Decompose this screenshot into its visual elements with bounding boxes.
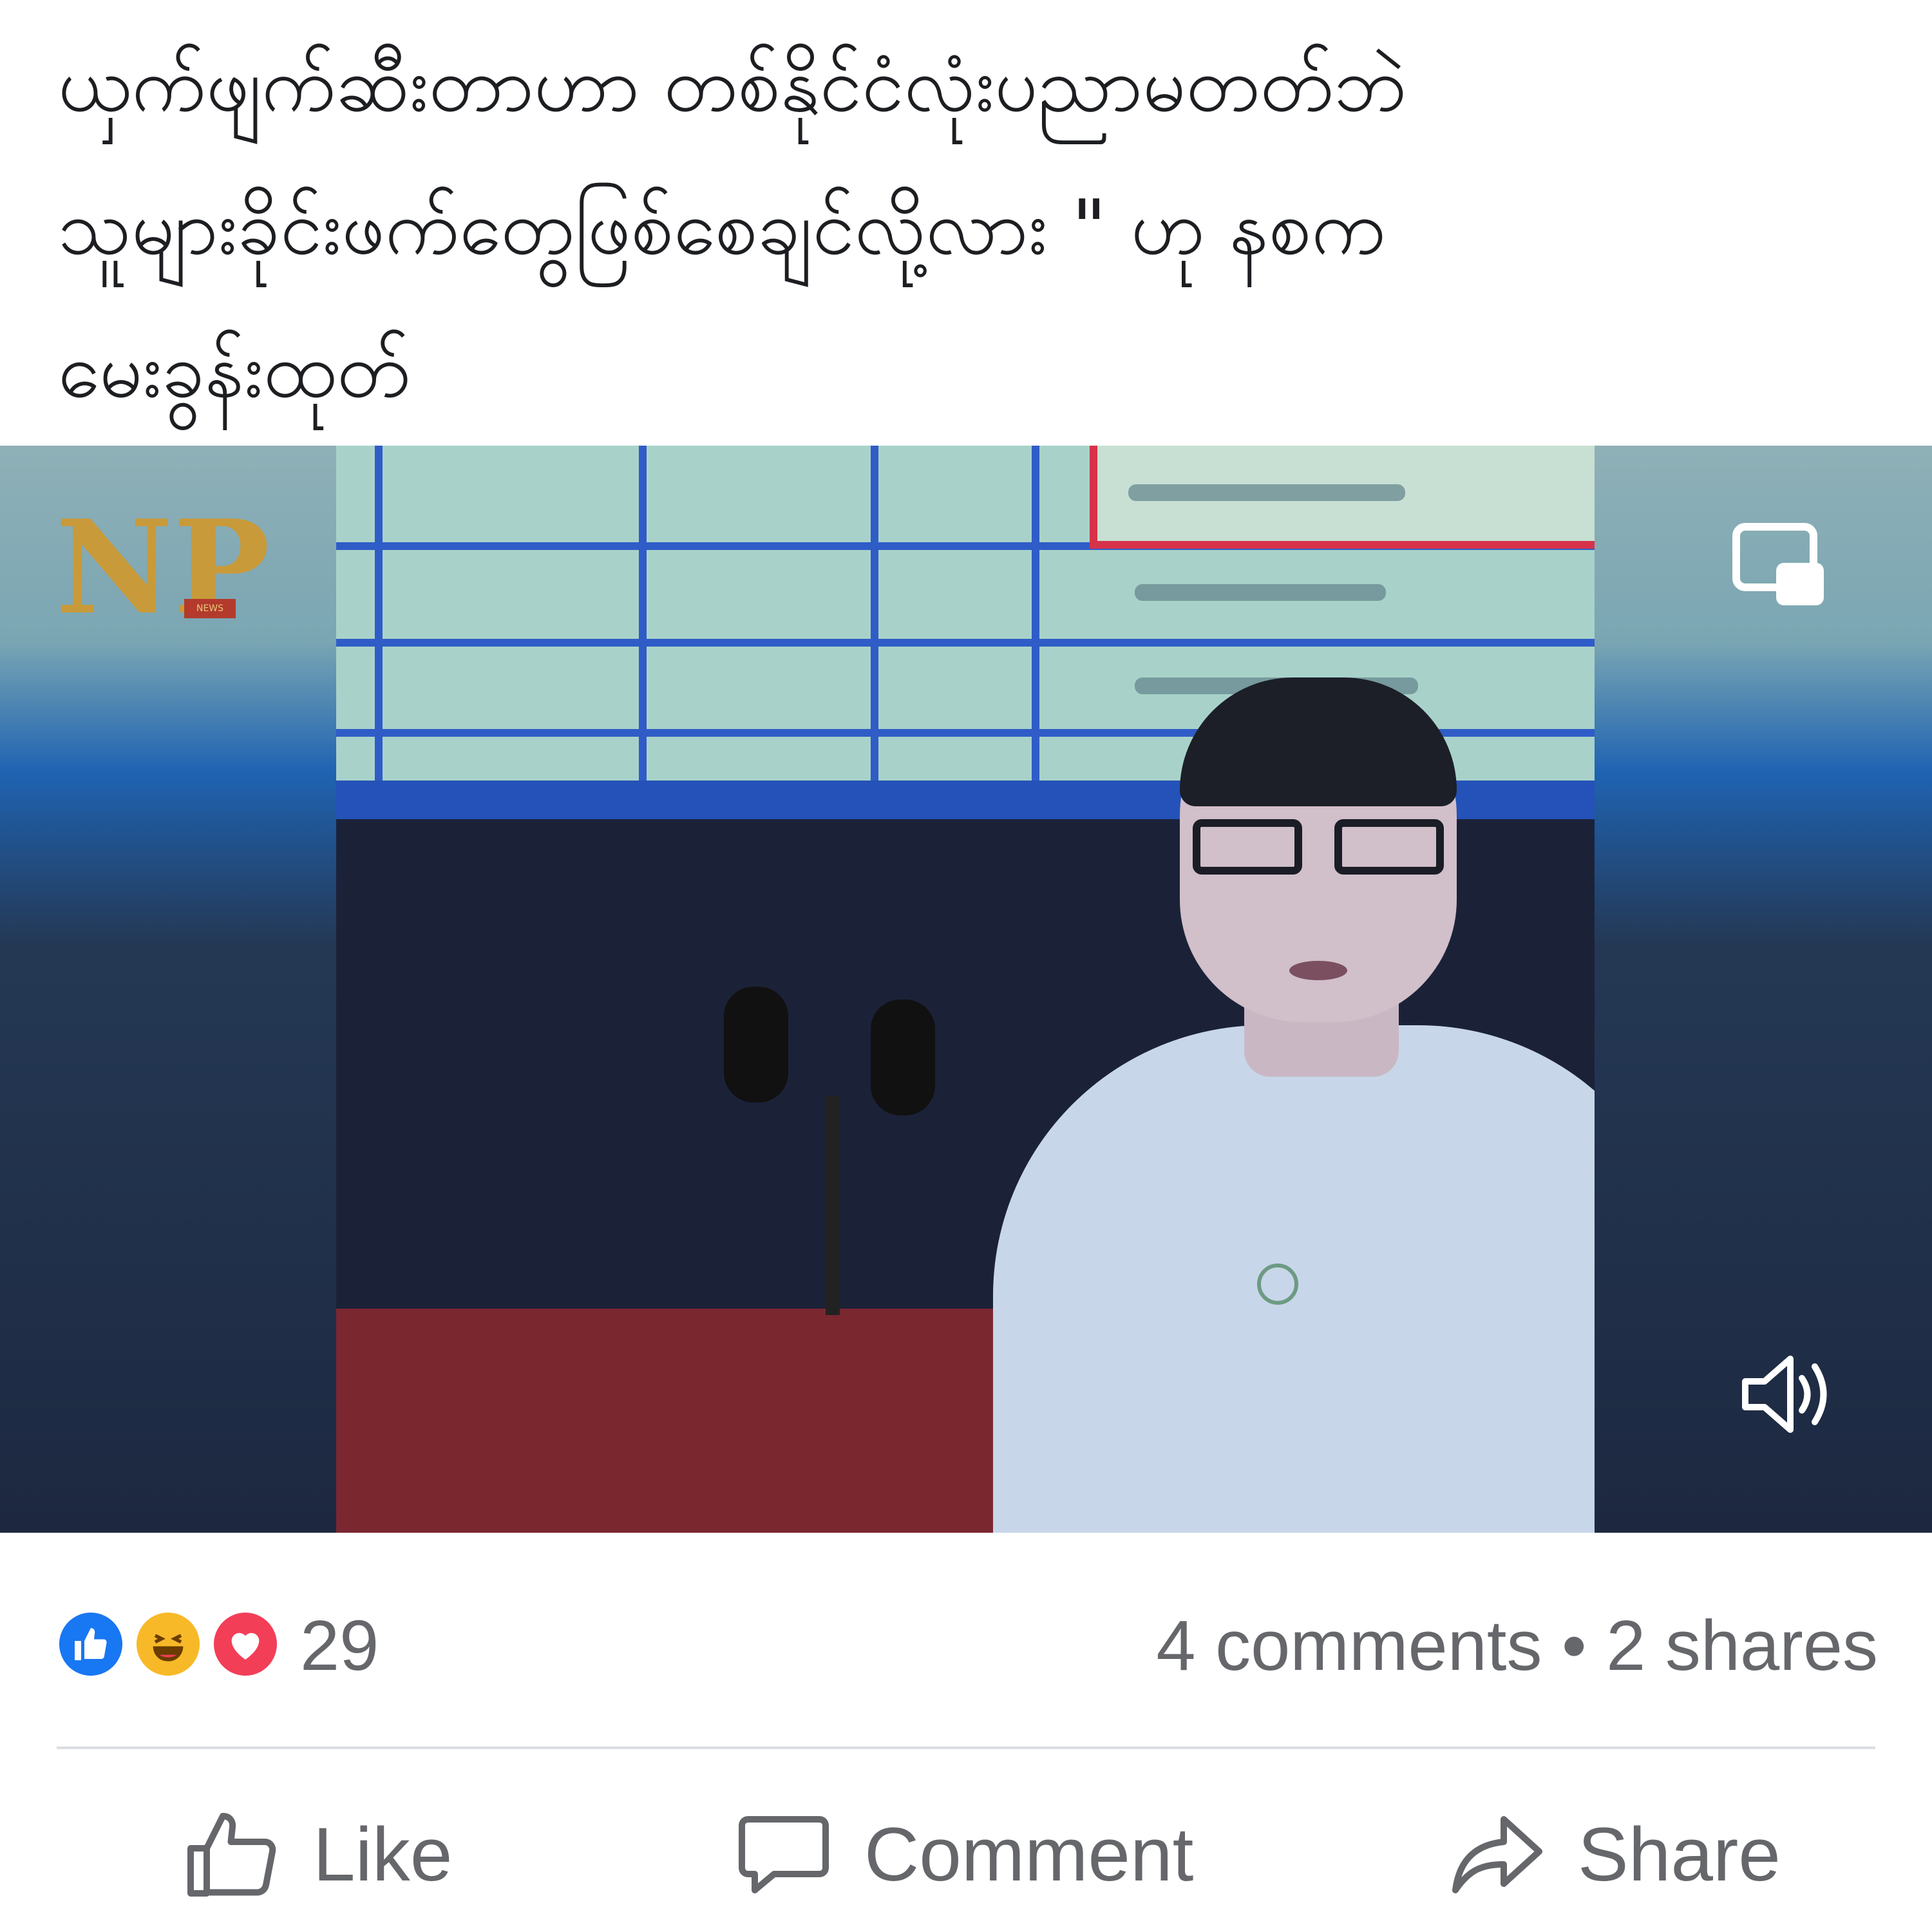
logo-mark: NP [55, 492, 270, 643]
video-player[interactable]: NP NEWS [0, 446, 1932, 1533]
news-logo: NP NEWS [55, 504, 270, 652]
love-reaction-icon[interactable] [209, 1607, 282, 1681]
share-button[interactable]: Share [1449, 1790, 1781, 1919]
like-label: Like [313, 1812, 453, 1897]
post-actions: Like Comment Share [0, 1790, 1932, 1919]
post-stats: 29 4 comments • 2 shares [0, 1571, 1932, 1719]
thumbs-up-icon [187, 1813, 276, 1897]
like-button[interactable]: Like [184, 1790, 452, 1919]
haha-reaction-icon[interactable] [131, 1607, 205, 1681]
video-frame[interactable] [336, 446, 1595, 1533]
caption-line: သူများခိုင်းဖက်တွေဖြစ်စေချင်လို့လား " ဟု… [58, 183, 1386, 272]
volume-icon[interactable] [1739, 1346, 1835, 1443]
caption-line: မေးခွန်းထုတ် [58, 326, 411, 415]
like-reaction-icon[interactable] [54, 1607, 128, 1681]
caption-line: ယှက်ဖျက်ဆီးတာဟာ တစ်နိုင်ငံလုံးပညာမတတ်ဘဲ [58, 40, 1407, 129]
share-arrow-icon [1452, 1816, 1542, 1893]
comment-label: Comment [864, 1812, 1194, 1897]
speaker [903, 562, 1595, 1533]
microphone-icon [871, 999, 935, 1115]
share-label: Share [1578, 1812, 1781, 1897]
divider [57, 1747, 1875, 1749]
comment-bubble-icon [739, 1816, 829, 1893]
comments-shares-count[interactable]: 4 comments • 2 shares [1156, 1607, 1878, 1685]
microphone-icon [724, 987, 788, 1103]
lapel-pin-icon [1257, 1264, 1298, 1305]
picture-in-picture-icon[interactable] [1730, 520, 1826, 611]
logo-tag: NEWS [184, 599, 236, 618]
comment-button[interactable]: Comment [735, 1790, 1193, 1919]
reaction-count[interactable]: 29 [300, 1607, 379, 1685]
post-caption: ယှက်ဖျက်ဆီးတာဟာ တစ်နိုင်ငံလုံးပညာမတတ်ဘဲ … [58, 13, 1900, 442]
